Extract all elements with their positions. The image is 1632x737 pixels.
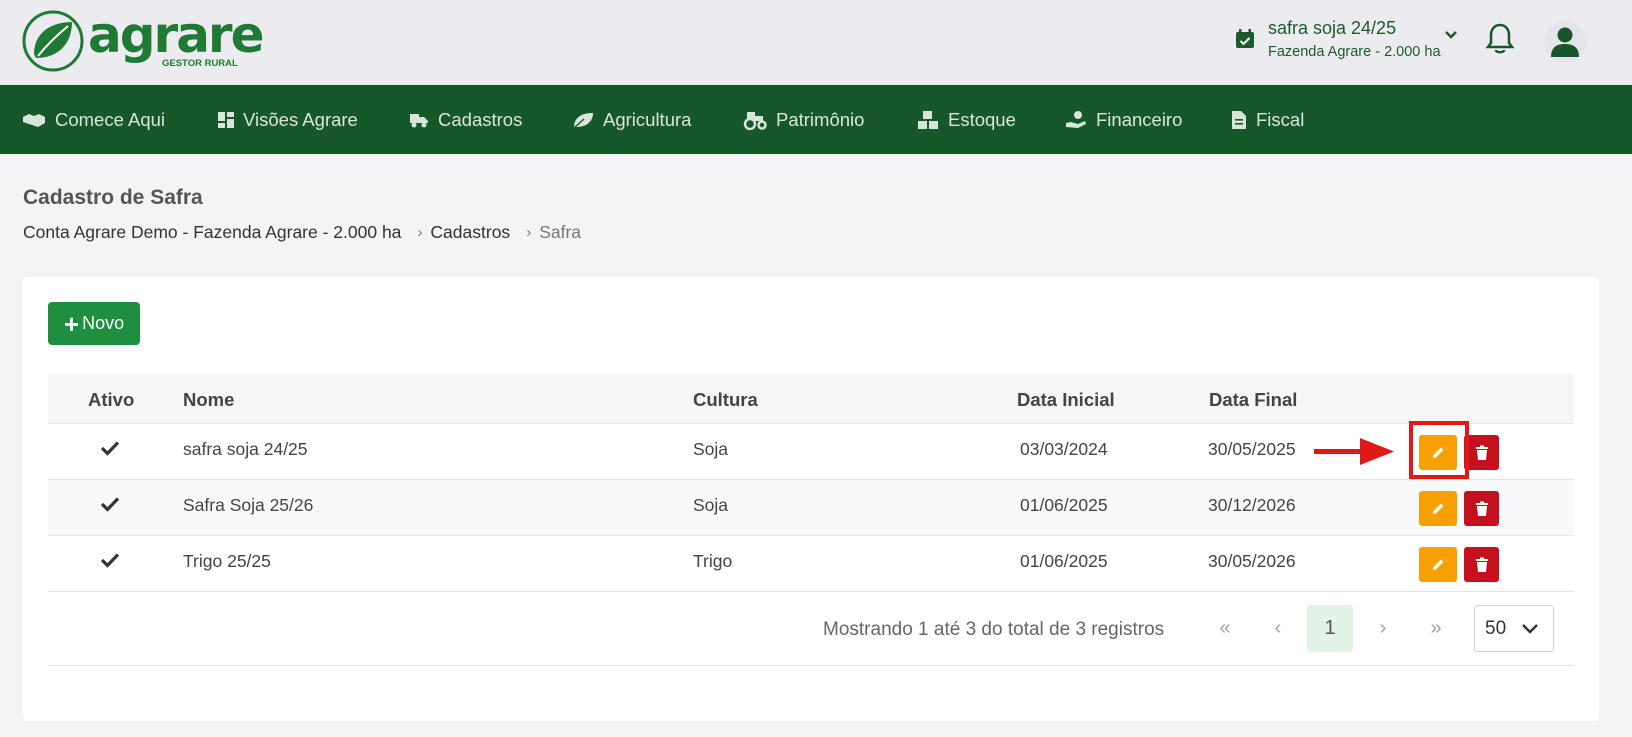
leaf-logo-icon — [22, 10, 84, 72]
edit-button[interactable] — [1419, 547, 1457, 582]
cell-nome: safra soja 24/25 — [183, 439, 308, 459]
check-icon — [100, 441, 120, 456]
trash-icon — [1475, 501, 1488, 516]
season-name: safra soja 24/25 — [1268, 18, 1397, 38]
main-nav: Comece Aqui Visões Agrare Cadastros Agri… — [0, 85, 1632, 154]
trash-icon — [1475, 557, 1488, 572]
page-1-button[interactable]: 1 — [1307, 605, 1353, 652]
cell-data-final: 30/05/2026 — [1208, 551, 1296, 571]
nav-item-cadastros[interactable]: Cadastros — [409, 85, 522, 154]
delete-button[interactable] — [1464, 491, 1499, 526]
dashboard-icon — [218, 111, 234, 128]
breadcrumb-current: Safra — [539, 222, 582, 242]
trash-icon — [1475, 445, 1488, 460]
chevron-down-icon — [1522, 624, 1538, 634]
cell-cultura: Soja — [693, 439, 729, 459]
logo-wordmark: agrare — [88, 6, 264, 64]
per-page-value: 50 — [1485, 617, 1507, 639]
cell-data-inicial: 01/06/2025 — [1020, 495, 1108, 515]
check-icon — [100, 553, 120, 568]
logo-subtitle: GESTOR RURAL — [162, 58, 238, 69]
column-header-ativo[interactable]: Ativo — [88, 389, 134, 411]
agrare-logo[interactable]: agrare GESTOR RURAL — [22, 6, 264, 72]
chevron-right-icon: › — [526, 224, 532, 241]
annotation-arrow-icon — [1314, 438, 1394, 465]
nav-item-label: Financeiro — [1096, 108, 1183, 130]
cell-data-inicial: 01/06/2025 — [1020, 551, 1108, 571]
nav-item-label: Agricultura — [603, 108, 692, 130]
cell-data-final: 30/12/2026 — [1208, 495, 1296, 515]
nav-item-label: Estoque — [948, 108, 1016, 130]
cell-data-final: 30/05/2025 — [1208, 439, 1296, 459]
new-button-label: Novo — [82, 313, 125, 333]
cell-nome: Safra Soja 25/26 — [183, 495, 314, 515]
nav-item-label: Visões Agrare — [243, 108, 358, 130]
money-hand-icon — [1066, 110, 1086, 128]
breadcrumb-cadastros[interactable]: Cadastros — [430, 222, 510, 243]
nav-item-visoes-agrare[interactable]: Visões Agrare — [218, 85, 358, 154]
page-title: Cadastro de Safra — [23, 186, 203, 209]
new-button[interactable]: + Novo — [48, 302, 140, 345]
invoice-icon — [1232, 110, 1246, 129]
pencil-icon — [1433, 559, 1444, 570]
chevron-right-icon: › — [417, 224, 423, 241]
nav-item-comece-aqui[interactable]: Comece Aqui — [22, 85, 165, 154]
delete-button[interactable] — [1464, 547, 1499, 582]
column-header-nome[interactable]: Nome — [183, 389, 234, 411]
cell-cultura: Soja — [693, 495, 729, 515]
safra-table: Ativo Nome Cultura Data Inicial Data Fin… — [48, 374, 1574, 592]
cell-data-inicial: 03/03/2024 — [1020, 439, 1108, 459]
next-page-button[interactable]: › — [1360, 605, 1406, 652]
column-header-cultura[interactable]: Cultura — [693, 389, 758, 411]
delete-button[interactable] — [1464, 435, 1499, 470]
chevron-down-icon[interactable] — [1444, 30, 1458, 40]
table-header: Ativo Nome Cultura Data Inicial Data Fin… — [48, 374, 1574, 424]
top-header: agrare GESTOR RURAL safra soja 24/25 Faz… — [0, 0, 1632, 85]
last-page-button[interactable]: » — [1413, 605, 1459, 652]
column-header-data-final[interactable]: Data Final — [1209, 389, 1297, 411]
check-icon — [100, 497, 120, 512]
nav-item-patrimonio[interactable]: Patrimônio — [743, 85, 864, 154]
first-page-button[interactable]: « — [1202, 605, 1248, 652]
nav-item-estoque[interactable]: Estoque — [917, 85, 1016, 154]
nav-item-financeiro[interactable]: Financeiro — [1065, 85, 1182, 154]
pencil-icon — [1433, 503, 1444, 514]
nav-item-agricultura[interactable]: Agricultura — [572, 85, 691, 154]
nav-item-label: Fiscal — [1256, 108, 1305, 130]
cell-cultura: Trigo — [693, 551, 733, 571]
nav-item-label: Patrimônio — [776, 108, 865, 130]
edit-button[interactable] — [1419, 491, 1457, 526]
nav-item-fiscal[interactable]: Fiscal — [1231, 85, 1304, 154]
column-header-data-inicial[interactable]: Data Inicial — [1017, 389, 1115, 411]
annotation-highlight-box — [1409, 421, 1469, 479]
calendar-check-icon — [1236, 29, 1254, 48]
cell-nome: Trigo 25/25 — [183, 551, 271, 571]
leaf-icon — [573, 112, 593, 129]
table-row: Trigo 25/25 Trigo 01/06/2025 30/05/2026 — [48, 536, 1574, 592]
season-farm: Fazenda Agrare - 2.000 ha — [1268, 44, 1441, 60]
handshake-icon — [23, 113, 45, 127]
breadcrumb: Conta Agrare Demo - Fazenda Agrare - 2.0… — [23, 222, 581, 243]
pagination-info: Mostrando 1 até 3 do total de 3 registro… — [823, 619, 1165, 640]
prev-page-button[interactable]: ‹ — [1255, 605, 1301, 652]
tractor-icon — [743, 111, 767, 130]
divider — [48, 665, 1574, 666]
user-icon — [1551, 27, 1579, 57]
boxes-icon — [918, 110, 938, 129]
plus-icon: + — [63, 308, 80, 339]
user-avatar[interactable] — [1544, 21, 1586, 63]
per-page-select[interactable]: 50 — [1474, 605, 1554, 652]
breadcrumb-account[interactable]: Conta Agrare Demo - Fazenda Agrare - 2.0… — [23, 222, 401, 243]
nav-item-label: Comece Aqui — [55, 108, 166, 130]
bell-icon[interactable] — [1485, 22, 1515, 56]
nav-item-label: Cadastros — [438, 108, 523, 130]
truck-icon — [410, 113, 428, 127]
table-row: Safra Soja 25/26 Soja 01/06/2025 30/12/2… — [48, 480, 1574, 536]
